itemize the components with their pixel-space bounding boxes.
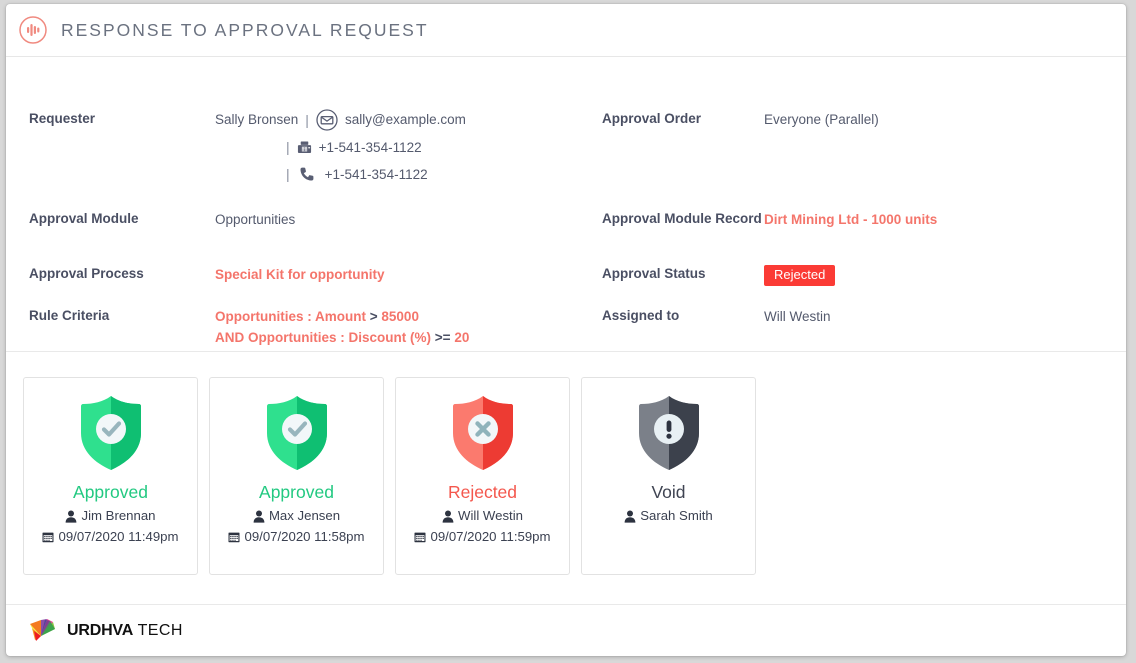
field-approval-status: Approval Status Rejected <box>602 264 1102 287</box>
brand-wordmark: URDHVA TECH <box>67 622 183 640</box>
page-header: RESPONSE TO APPROVAL REQUEST <box>6 4 1126 57</box>
approval-step-card[interactable]: Approved Max Jensen 09/07/2020 11:58pm <box>209 377 384 575</box>
field-label: Rule Criteria <box>29 308 110 323</box>
criteria-conjunction: AND <box>215 330 245 346</box>
approval-step-card[interactable]: Rejected Will Westin 09/07/2020 11:59pm <box>395 377 570 575</box>
card-date-text: 09/07/2020 11:49pm <box>58 528 179 544</box>
criteria-value: 20 <box>454 330 470 346</box>
shield-exclamation-icon <box>638 396 699 470</box>
page-footer: URDHVA TECH <box>6 604 1126 656</box>
shield-check-icon <box>80 396 141 470</box>
field-approval-module: Approval Module Opportunities <box>29 209 589 230</box>
separator: | <box>305 112 309 128</box>
card-person: Jim Brennan <box>65 506 156 526</box>
requester-phone-line: | +1-541-354-1122 <box>215 163 466 185</box>
fax-icon <box>297 141 311 153</box>
page-title: RESPONSE TO APPROVAL REQUEST <box>61 19 429 40</box>
shield-x-icon <box>452 396 513 470</box>
card-person-name: Max Jensen <box>268 508 341 524</box>
approval-step-card[interactable]: Void Sarah Smith <box>581 377 756 575</box>
user-icon <box>66 510 77 523</box>
field-rule-criteria: Rule Criteria Opportunities : Amount > 8… <box>29 306 589 349</box>
criteria-field: Opportunities : Discount (%) <box>248 330 432 346</box>
user-icon <box>253 510 265 523</box>
criteria-field: Opportunities : Amount <box>215 309 366 324</box>
requester-fax: +1-541-354-1122 <box>318 139 422 155</box>
card-date-text: 09/07/2020 11:59pm <box>430 528 551 544</box>
card-date: 09/07/2020 11:58pm <box>228 527 365 547</box>
field-value: Everyone (Parallel) <box>764 112 879 127</box>
status-badge: Rejected <box>764 265 836 287</box>
field-value[interactable]: Dirt Mining Ltd - 1000 units <box>764 209 937 230</box>
field-label: Approval Status <box>602 266 706 281</box>
brand-name: URDHVA <box>67 621 134 639</box>
criteria-line-2: AND Opportunities : Discount (%) >= 20 <box>215 327 469 348</box>
card-person: Max Jensen <box>253 506 340 526</box>
field-approval-process: Approval Process Special Kit for opportu… <box>29 264 589 285</box>
envelope-circle-icon <box>316 109 338 131</box>
calendar-icon <box>228 532 240 543</box>
field-value: Sally Bronsen | sally@example.com | +1-5… <box>215 109 466 185</box>
criteria-line-1: Opportunities : Amount > 85000 <box>215 306 469 327</box>
approval-response-page: RESPONSE TO APPROVAL REQUEST Requester S… <box>6 4 1126 656</box>
card-person-name: Jim Brennan <box>81 508 156 524</box>
card-date-text: 09/07/2020 11:58pm <box>244 528 365 544</box>
field-label: Approval Module Record <box>602 211 762 226</box>
card-status: Rejected <box>447 482 518 502</box>
field-value: Rejected <box>764 264 836 287</box>
requester-email[interactable]: sally@example.com <box>345 109 466 130</box>
card-person-name: Will Westin <box>458 508 523 524</box>
card-date: 09/07/2020 11:49pm <box>42 527 179 547</box>
approval-step-card[interactable]: Approved Jim Brennan 09/07/2020 11:49pm <box>23 377 198 575</box>
requester-phone: +1-541-354-1122 <box>324 166 428 182</box>
details-section: Requester Sally Bronsen | sally@example.… <box>6 57 1126 352</box>
field-value: Will Westin <box>764 309 831 324</box>
field-assigned-to: Assigned to Will Westin <box>602 306 1102 327</box>
card-status: Approved <box>73 482 148 502</box>
criteria-value: 85000 <box>381 309 419 324</box>
calendar-icon <box>414 532 426 543</box>
urdhva-fan-logo <box>30 618 55 641</box>
signal-bars-icon <box>19 16 47 44</box>
field-approval-module-record: Approval Module Record Dirt Mining Ltd -… <box>602 209 1102 230</box>
separator: | <box>286 166 290 183</box>
field-label: Assigned to <box>602 308 680 323</box>
card-date: 09/07/2020 11:59pm <box>414 527 551 547</box>
separator: | <box>286 139 290 156</box>
criteria-operator: >= <box>434 330 451 346</box>
field-label: Approval Module <box>29 211 139 226</box>
field-value: Opportunities <box>215 212 296 227</box>
card-person-name: Sarah Smith <box>640 508 713 524</box>
field-label: Approval Order <box>602 111 702 126</box>
card-status: Approved <box>259 482 334 502</box>
requester-name: Sally Bronsen <box>215 112 299 128</box>
requester-fax-line: | +1-541-354-1122 <box>215 136 466 158</box>
field-label: Approval Process <box>29 266 144 281</box>
field-label: Requester <box>29 111 96 126</box>
criteria-operator: > <box>369 309 378 324</box>
card-person: Sarah Smith <box>624 506 713 526</box>
field-value: Opportunities : Amount > 85000 AND Oppor… <box>215 306 469 349</box>
shield-check-icon <box>266 396 327 470</box>
user-icon <box>624 510 636 523</box>
requester-email-line: Sally Bronsen | sally@example.com <box>215 109 466 131</box>
user-icon <box>442 510 454 523</box>
card-status: Void <box>651 482 686 502</box>
brand-suffix: TECH <box>133 621 183 639</box>
card-person: Will Westin <box>442 506 523 526</box>
calendar-icon <box>42 532 54 543</box>
approval-steps-list: Approved Jim Brennan 09/07/2020 11:49pm … <box>6 352 1126 604</box>
field-approval-order: Approval Order Everyone (Parallel) <box>602 109 1102 130</box>
field-requester: Requester Sally Bronsen | sally@example.… <box>29 109 589 185</box>
phone-icon <box>300 167 314 181</box>
field-value[interactable]: Special Kit for opportunity <box>215 264 385 285</box>
